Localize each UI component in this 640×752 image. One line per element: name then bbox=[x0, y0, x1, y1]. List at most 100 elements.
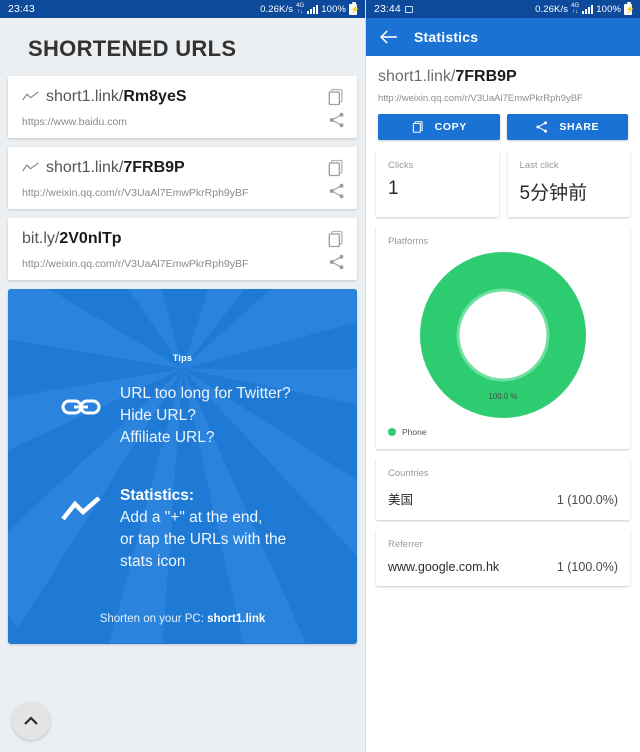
tips-stats-line-3: stats icon bbox=[120, 553, 186, 570]
url-card-headline[interactable]: bit.ly/2V0nlTp bbox=[22, 230, 343, 248]
platforms-label: Platforms bbox=[388, 236, 429, 247]
country-value: 1 (100.0%) bbox=[556, 493, 618, 507]
tips-stats-heading: Statistics: bbox=[120, 487, 195, 504]
status-bar-right: 23:44 0.26K/s 4G ↑↓ 100% ⚡ bbox=[366, 0, 640, 18]
tips-text-statistics: Statistics: Add a "+" at the end, or tap… bbox=[120, 485, 286, 573]
battery-icon: ⚡ bbox=[624, 1, 636, 15]
app-bar-title: Statistics bbox=[414, 29, 479, 45]
battery-icon: ⚡ bbox=[349, 1, 361, 15]
right-panel-statistics: 23:44 0.26K/s 4G ↑↓ 100% ⚡ Statistics sho… bbox=[366, 0, 640, 752]
platforms-legend: Phone bbox=[388, 427, 618, 437]
url-card[interactable]: short1.link/7FRB9P http://weixin.qq.com/… bbox=[8, 147, 357, 209]
app-bar: Statistics bbox=[366, 18, 640, 56]
tips-panel: Tips URL too long for Twitter? Hide URL?… bbox=[8, 289, 357, 644]
share-icon[interactable] bbox=[328, 253, 346, 271]
copy-icon bbox=[412, 121, 423, 133]
countries-card: Countries 美国 1 (100.0%) bbox=[376, 458, 630, 520]
legend-color-swatch bbox=[388, 428, 396, 436]
share-icon bbox=[536, 121, 548, 133]
url-card-headline[interactable]: short1.link/Rm8yeS bbox=[22, 88, 343, 106]
donut-svg: 100.0 % bbox=[420, 252, 586, 418]
app-screen: 23:43 0.26K/s 4G ↑↓ 100% ⚡ SHORTENED URLS… bbox=[0, 0, 640, 752]
trending-up-icon bbox=[60, 485, 102, 523]
scroll-to-top-fab[interactable] bbox=[12, 702, 50, 740]
tips-line-3: Affiliate URL? bbox=[120, 429, 215, 446]
status-bar-right-group: 0.26K/s 4G ↑↓ 100% ⚡ bbox=[260, 1, 361, 15]
tips-footer-prefix: Shorten on your PC: bbox=[99, 613, 208, 625]
status-bar-left-group: 23:44 bbox=[374, 3, 413, 15]
stats-body: Clicks 1 Last click 5分钟前 Platforms 100.0… bbox=[366, 140, 640, 586]
long-url-text: http://weixin.qq.com/r/V3UaAl7EmwPkrRph9… bbox=[22, 187, 249, 199]
stats-long-url: http://weixin.qq.com/r/V3UaAl7EmwPkrRph9… bbox=[378, 93, 583, 104]
last-click-value: 5分钟前 bbox=[519, 183, 588, 204]
clicks-card: Clicks 1 bbox=[376, 150, 499, 217]
tips-line-2: Hide URL? bbox=[120, 407, 196, 424]
clicks-label: Clicks bbox=[388, 160, 414, 171]
long-url-text: https://www.baidu.com bbox=[22, 116, 128, 128]
network-type-icon: 4G ↑↓ bbox=[571, 3, 580, 15]
tips-footer: Shorten on your PC: short1.link bbox=[8, 613, 357, 625]
status-bar-clock: 23:44 bbox=[374, 3, 401, 15]
referrer-row: www.google.com.hk 1 (100.0%) bbox=[388, 560, 618, 574]
trending-up-icon bbox=[22, 91, 39, 101]
url-card-headline[interactable]: short1.link/7FRB9P bbox=[22, 159, 343, 177]
network-speed-label: 0.26K/s bbox=[260, 3, 294, 15]
status-bar-left-group: 23:43 bbox=[8, 3, 35, 15]
short-url-text: short1.link/7FRB9P bbox=[46, 159, 185, 176]
donut-center-label: 100.0 % bbox=[488, 392, 517, 401]
stats-summary-row: Clicks 1 Last click 5分钟前 bbox=[376, 150, 630, 217]
tips-footer-link: short1.link bbox=[207, 613, 266, 625]
tips-text-shorten: URL too long for Twitter? Hide URL? Affi… bbox=[120, 383, 291, 449]
chevron-up-icon bbox=[24, 716, 38, 725]
referrer-card: Referrer www.google.com.hk 1 (100.0%) bbox=[376, 529, 630, 586]
trending-up-icon bbox=[22, 162, 39, 172]
share-button[interactable]: SHARE bbox=[506, 114, 628, 140]
legend-label: Phone bbox=[402, 427, 427, 437]
long-url-text: http://weixin.qq.com/r/V3UaAl7EmwPkrRph9… bbox=[22, 258, 249, 270]
referrer-value: 1 (100.0%) bbox=[556, 560, 618, 574]
stats-action-row: COPY SHARE bbox=[378, 114, 628, 140]
tips-stats-line-1: Add a "+" at the end, bbox=[120, 509, 263, 526]
country-name: 美国 bbox=[388, 493, 414, 507]
share-button-label: SHARE bbox=[559, 121, 600, 133]
stats-short-url: short1.link/7FRB9P bbox=[378, 68, 517, 85]
stats-header: short1.link/7FRB9P http://weixin.qq.com/… bbox=[366, 56, 640, 140]
countries-row: 美国 1 (100.0%) bbox=[388, 489, 618, 508]
chain-link-icon bbox=[60, 383, 102, 419]
tips-line-1: URL too long for Twitter? bbox=[120, 385, 291, 402]
network-speed-label: 0.26K/s bbox=[535, 3, 569, 15]
tips-content: Tips URL too long for Twitter? Hide URL?… bbox=[8, 289, 357, 644]
url-card[interactable]: bit.ly/2V0nlTp http://weixin.qq.com/r/V3… bbox=[8, 218, 357, 280]
last-click-label: Last click bbox=[519, 160, 559, 171]
status-bar-left: 23:43 0.26K/s 4G ↑↓ 100% ⚡ bbox=[0, 0, 365, 18]
signal-bars-icon bbox=[307, 4, 319, 14]
copy-icon[interactable] bbox=[326, 229, 346, 249]
tips-block-shorten: URL too long for Twitter? Hide URL? Affi… bbox=[8, 383, 357, 449]
share-icon[interactable] bbox=[328, 111, 346, 129]
copy-icon[interactable] bbox=[326, 87, 346, 107]
copy-button[interactable]: COPY bbox=[378, 114, 500, 140]
tips-stats-line-2: or tap the URLs with the bbox=[120, 531, 287, 548]
short-url-text: short1.link/Rm8yeS bbox=[46, 88, 187, 105]
image-icon bbox=[404, 5, 413, 13]
signal-bars-icon bbox=[582, 4, 594, 14]
battery-percent-label: 100% bbox=[321, 3, 346, 15]
status-bar-clock: 23:43 bbox=[8, 3, 35, 15]
url-card-list: short1.link/Rm8yeS https://www.baidu.com bbox=[0, 76, 365, 280]
copy-button-label: COPY bbox=[434, 121, 467, 133]
share-icon[interactable] bbox=[328, 182, 346, 200]
copy-icon[interactable] bbox=[326, 158, 346, 178]
arrow-back-icon[interactable] bbox=[380, 30, 398, 44]
page-title: SHORTENED URLS bbox=[28, 36, 237, 61]
left-panel-shortened-urls: 23:43 0.26K/s 4G ↑↓ 100% ⚡ SHORTENED URLS… bbox=[0, 0, 366, 752]
platforms-donut-chart: 100.0 % bbox=[388, 249, 618, 421]
countries-label: Countries bbox=[388, 468, 429, 479]
referrer-name: www.google.com.hk bbox=[388, 560, 500, 574]
clicks-value: 1 bbox=[388, 178, 399, 199]
referrer-label: Referrer bbox=[388, 539, 423, 550]
short-url-text: bit.ly/2V0nlTp bbox=[22, 230, 122, 247]
url-card[interactable]: short1.link/Rm8yeS https://www.baidu.com bbox=[8, 76, 357, 138]
status-bar-right-group: 0.26K/s 4G ↑↓ 100% ⚡ bbox=[535, 1, 636, 15]
tips-block-statistics: Statistics: Add a "+" at the end, or tap… bbox=[8, 485, 357, 573]
platforms-card: Platforms 100.0 % Phone bbox=[376, 226, 630, 449]
